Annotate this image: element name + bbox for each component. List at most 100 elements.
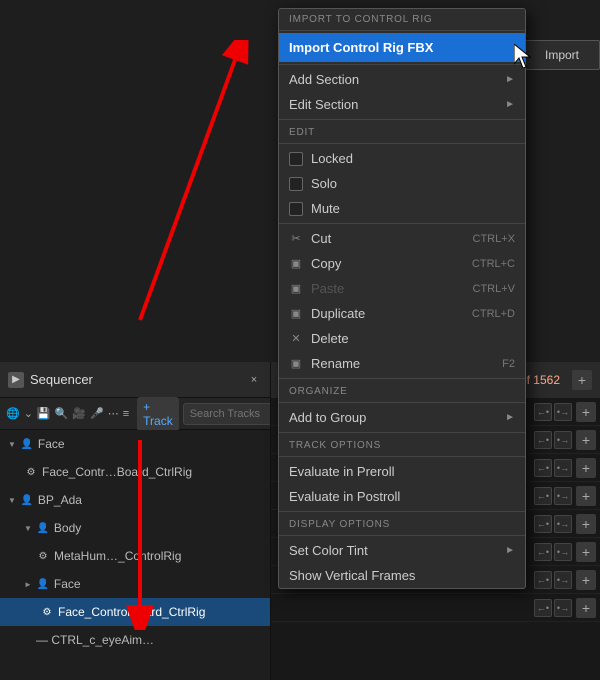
next-btn[interactable]: •→	[554, 403, 572, 421]
section-track-options-label: TRACK OPTIONS	[279, 435, 525, 454]
add-track-btn[interactable]: +	[576, 514, 596, 534]
prev-btn[interactable]: ←•	[534, 571, 552, 589]
prev-btn[interactable]: ←•	[534, 459, 552, 477]
add-group-arrow: ►	[505, 412, 515, 423]
add-track-btn[interactable]: +	[576, 402, 596, 422]
add-track-button[interactable]: + Track	[137, 397, 179, 431]
locked-checkbox[interactable]	[289, 152, 303, 166]
separator-8	[279, 432, 525, 433]
import-fbx-label: Import Control Rig FBX	[289, 40, 433, 55]
solo-label: Solo	[311, 176, 337, 191]
delete-label: Delete	[311, 331, 349, 346]
add-track-btn[interactable]: +	[576, 570, 596, 590]
locked-button[interactable]: Locked	[279, 146, 525, 171]
prev-btn[interactable]: ←•	[534, 403, 552, 421]
paste-button[interactable]: ▣ Paste CTRL+V	[279, 276, 525, 301]
solo-checkbox[interactable]	[289, 177, 303, 191]
add-track-btn[interactable]: +	[576, 486, 596, 506]
track-name: Face_ControlBoard_CtrlRig	[58, 605, 205, 619]
eval-postroll-button[interactable]: Evaluate in Postroll	[279, 484, 525, 509]
save-icon[interactable]: 💾	[37, 403, 51, 425]
rename-button[interactable]: ▣ Rename F2	[279, 351, 525, 376]
globe-icon: 🌐	[6, 403, 20, 425]
cut-button[interactable]: ✂ Cut CTRL+X	[279, 226, 525, 251]
section-display-label: DISPLAY OPTIONS	[279, 514, 525, 533]
add-track-btn[interactable]: +	[576, 542, 596, 562]
nav-buttons-6: ←• •→	[534, 543, 572, 561]
separator-9	[279, 456, 525, 457]
separator-10	[279, 511, 525, 512]
rename-icon: ▣	[289, 357, 303, 371]
rename-label: Rename	[311, 356, 360, 371]
duplicate-shortcut: CTRL+D	[472, 308, 515, 320]
sequencer-toolbar: 🌐 ⌄ 💾 🔍 🎥 🎤 ⋯ ≡ + Track	[0, 398, 270, 430]
nav-buttons-7: ←• •→	[534, 571, 572, 589]
section-import-label: IMPORT TO CONTROL RIG	[279, 9, 525, 28]
add-to-group-button[interactable]: Add to Group ►	[279, 405, 525, 430]
search-icon[interactable]: 🔍	[55, 403, 69, 425]
next-btn[interactable]: •→	[554, 431, 572, 449]
section-organize-label: ORGANIZE	[279, 381, 525, 400]
prev-btn[interactable]: ←•	[534, 431, 552, 449]
copy-button[interactable]: ▣ Copy CTRL+C	[279, 251, 525, 276]
next-btn[interactable]: •→	[554, 599, 572, 617]
context-menu: IMPORT TO CONTROL RIG Import Control Rig…	[278, 8, 526, 589]
track-name: Face	[38, 437, 65, 451]
next-btn[interactable]: •→	[554, 459, 572, 477]
eval-preroll-button[interactable]: Evaluate in Preroll	[279, 459, 525, 484]
add-track-btn[interactable]: +	[576, 430, 596, 450]
film-icon[interactable]: 🎤	[90, 403, 104, 425]
track-face-controlboard-selected[interactable]: ⚙ Face_ControlBoard_CtrlRig	[0, 598, 270, 626]
prev-btn[interactable]: ←•	[534, 515, 552, 533]
copy-icon: ▣	[289, 257, 303, 271]
nav-buttons-2: ←• •→	[534, 431, 572, 449]
track-ctrlrig-eye[interactable]: — CTRL_c_eyeAim…	[0, 626, 270, 654]
track-body[interactable]: ▼ 👤 Body	[0, 514, 270, 542]
next-btn[interactable]: •→	[554, 515, 572, 533]
expand-triangle: ▼	[8, 440, 16, 449]
prev-btn[interactable]: ←•	[534, 599, 552, 617]
track-list: ▼ 👤 Face ⚙ Face_Contr…Board_CtrlRig ▼ 👤 …	[0, 430, 270, 680]
copy-label: Copy	[311, 256, 341, 271]
person-icon: 👤	[36, 521, 50, 535]
add-track-btn[interactable]: +	[576, 598, 596, 618]
show-vertical-frames-button[interactable]: Show Vertical Frames	[279, 563, 525, 588]
track-face-2[interactable]: ► 👤 Face	[0, 570, 270, 598]
prev-btn[interactable]: ←•	[534, 543, 552, 561]
person-icon: 👤	[20, 493, 34, 507]
mute-button[interactable]: Mute	[279, 196, 525, 221]
more-icon[interactable]: ⋯	[108, 403, 119, 425]
align-icon[interactable]: ≡	[123, 403, 129, 425]
cut-label: Cut	[311, 231, 331, 246]
next-btn[interactable]: •→	[554, 571, 572, 589]
camera-icon[interactable]: 🎥	[72, 403, 86, 425]
chevron-down-icon[interactable]: ⌄	[24, 403, 33, 425]
delete-button[interactable]: ✕ Delete	[279, 326, 525, 351]
next-btn[interactable]: •→	[554, 543, 572, 561]
solo-button[interactable]: Solo	[279, 171, 525, 196]
add-track-btn[interactable]: +	[576, 458, 596, 478]
set-color-tint-button[interactable]: Set Color Tint ►	[279, 538, 525, 563]
add-button[interactable]: +	[572, 370, 592, 390]
mute-label: Mute	[311, 201, 340, 216]
paste-icon: ▣	[289, 282, 303, 296]
duplicate-button[interactable]: ▣ Duplicate CTRL+D	[279, 301, 525, 326]
next-btn[interactable]: •→	[554, 487, 572, 505]
track-face-1[interactable]: ▼ 👤 Face	[0, 430, 270, 458]
prev-btn[interactable]: ←•	[534, 487, 552, 505]
import-popup-label: Import	[545, 48, 579, 62]
track-face-ctrlrig[interactable]: ⚙ Face_Contr…Board_CtrlRig	[0, 458, 270, 486]
separator-6	[279, 378, 525, 379]
set-color-tint-label: Set Color Tint	[289, 543, 368, 558]
add-section-label: Add Section	[289, 72, 359, 87]
import-control-rig-fbx-button[interactable]: Import Control Rig FBX	[279, 33, 525, 62]
sequencer-close-button[interactable]: ×	[246, 372, 262, 388]
track-metahuman-ctrlrig[interactable]: ⚙ MetaHum…_ControlRig	[0, 542, 270, 570]
track-bpada[interactable]: ▼ 👤 BP_Ada	[0, 486, 270, 514]
cut-shortcut: CTRL+X	[473, 233, 516, 245]
edit-section-arrow: ►	[505, 99, 515, 110]
edit-section-button[interactable]: Edit Section ►	[279, 92, 525, 117]
add-section-button[interactable]: Add Section ►	[279, 67, 525, 92]
sequencer-header: ▶ Sequencer ×	[0, 362, 270, 398]
mute-checkbox[interactable]	[289, 202, 303, 216]
